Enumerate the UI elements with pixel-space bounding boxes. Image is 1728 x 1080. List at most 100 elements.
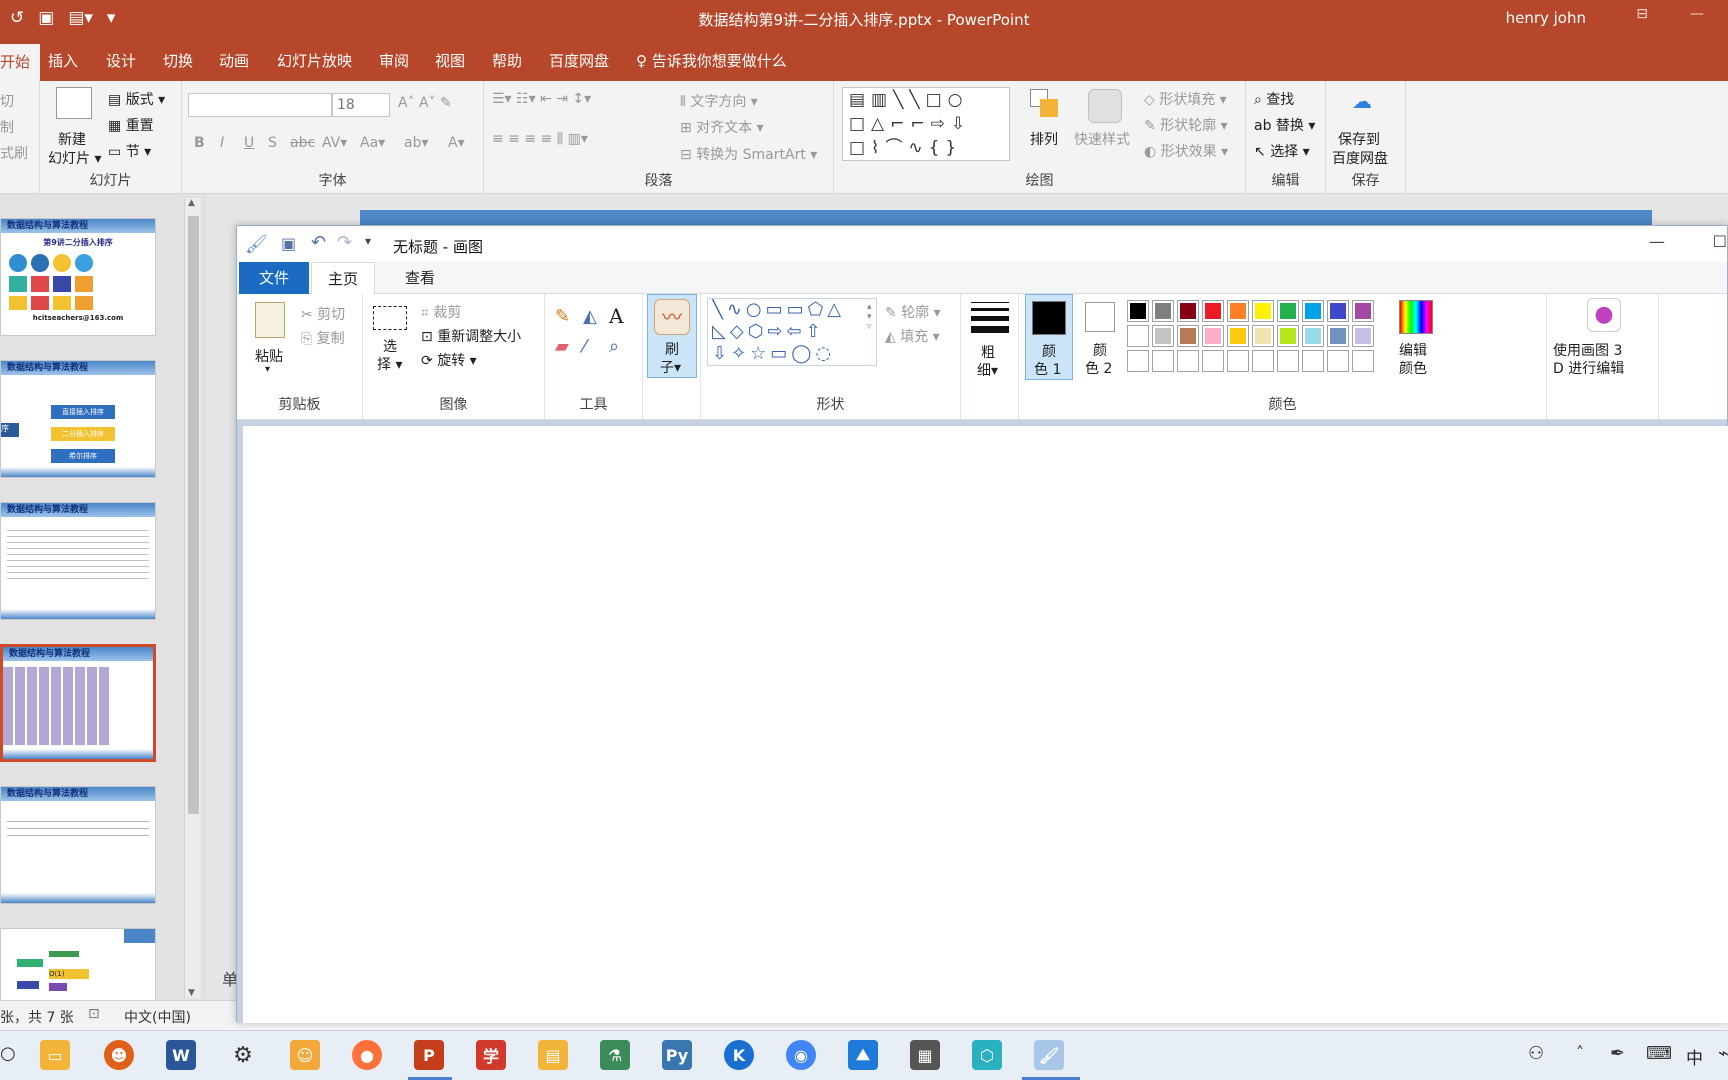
palette-swatch[interactable]	[1202, 325, 1224, 347]
tab-home[interactable]: 主页	[311, 262, 376, 295]
tab-review[interactable]: 审阅	[379, 50, 409, 71]
new-slide-dropdown[interactable]: 幻灯片 ▾	[48, 148, 101, 168]
tab-help[interactable]: 帮助	[492, 50, 522, 71]
strikethrough-icon[interactable]: abc	[290, 135, 315, 151]
minimize-icon[interactable]: —	[1649, 232, 1665, 251]
firefox-icon[interactable]: ●	[352, 1040, 382, 1070]
text-direction-button[interactable]: ⫴ 文字方向 ▾	[680, 91, 758, 111]
palette-swatch[interactable]	[1152, 325, 1174, 347]
search-icon[interactable]: ○	[0, 1043, 16, 1064]
paint-canvas[interactable]	[243, 426, 1728, 1023]
palette-swatch[interactable]	[1227, 350, 1249, 372]
customize-qat-icon[interactable]: ▾	[365, 234, 371, 248]
tab-design[interactable]: 设计	[106, 50, 136, 71]
app-tool-icon[interactable]: ⚗	[600, 1040, 630, 1070]
select-button[interactable]: 选	[383, 336, 397, 356]
replace-button[interactable]: ab 替换 ▾	[1254, 115, 1315, 135]
align-text-button[interactable]: ⊞ 对齐文本 ▾	[680, 117, 764, 137]
color2-button[interactable]: 颜 色 2	[1077, 294, 1123, 380]
color-picker-icon[interactable]: ⁄	[583, 336, 586, 357]
palette-swatch[interactable]	[1277, 350, 1299, 372]
highlight-icon[interactable]: ab▾	[404, 135, 429, 151]
palette-swatch[interactable]	[1352, 325, 1374, 347]
palette-swatch[interactable]	[1277, 300, 1299, 322]
calculator-icon[interactable]: ▦	[910, 1040, 940, 1070]
settings-gear-icon[interactable]: ⚙	[228, 1040, 258, 1070]
font-size-input[interactable]: 18	[332, 93, 390, 117]
paint3d-button[interactable]: 使用画图 3	[1553, 340, 1622, 360]
palette-swatch[interactable]	[1302, 350, 1324, 372]
shapes-gallery[interactable]: ▤▥╲╲□○ □△⌐⌐⇨⇩ □⌇⌒∿{}	[842, 87, 1010, 161]
tab-baidu-netdisk[interactable]: 百度网盘	[549, 50, 609, 71]
select-dropdown[interactable]: 择 ▾	[377, 354, 402, 374]
paste-icon[interactable]	[255, 302, 285, 338]
edit-colors-icon[interactable]	[1399, 300, 1433, 334]
spellcheck-icon[interactable]: ⊡	[88, 1006, 100, 1022]
palette-swatch[interactable]	[1352, 350, 1374, 372]
bold-icon[interactable]: B	[194, 135, 205, 151]
maximize-icon[interactable]: ☐	[1713, 232, 1727, 251]
network-icon[interactable]: ⌁	[1718, 1043, 1728, 1064]
font-color-icon[interactable]: A▾	[448, 135, 465, 151]
paint3d-button-line2[interactable]: D 进行编辑	[1553, 358, 1624, 378]
tab-view[interactable]: 查看	[389, 262, 451, 294]
palette-swatch[interactable]	[1177, 350, 1199, 372]
size-icon[interactable]	[971, 302, 1009, 333]
cut-button[interactable]: ✂ 剪切	[301, 304, 345, 324]
cut-button[interactable]: 切	[0, 91, 14, 111]
text-tool-icon[interactable]: A	[609, 304, 623, 328]
pencil-icon[interactable]: ✎	[555, 306, 570, 327]
3d-viewer-icon[interactable]: ⬡	[972, 1040, 1002, 1070]
find-button[interactable]: ⌕ 查找	[1254, 89, 1294, 109]
section-button[interactable]: ▭ 节 ▾	[108, 141, 151, 161]
shape-outline-button[interactable]: ✎ 形状轮廓 ▾	[1144, 115, 1228, 135]
tab-slideshow[interactable]: 幻灯片放映	[277, 50, 352, 71]
color1-button[interactable]: 颜 色 1	[1025, 294, 1073, 380]
palette-swatch[interactable]	[1327, 300, 1349, 322]
palette-swatch[interactable]	[1177, 300, 1199, 322]
palette-swatch[interactable]	[1352, 300, 1374, 322]
tab-view[interactable]: 视图	[435, 50, 465, 71]
palette-swatch[interactable]	[1227, 300, 1249, 322]
account-name[interactable]: henry john	[1506, 9, 1586, 27]
thumbnail-scrollbar[interactable]: ▲ ▼	[184, 198, 201, 998]
slide-thumbnail-1[interactable]: 数据结构与算法教程 第9讲二分插入排序 hcitseachers@163.com	[0, 218, 156, 336]
smartart-button[interactable]: ⊟ 转换为 SmartArt ▾	[680, 144, 817, 164]
shape-fill-button[interactable]: ◇ 形状填充 ▾	[1144, 89, 1227, 109]
word-icon[interactable]: W	[166, 1040, 196, 1070]
app-k-icon[interactable]: K	[724, 1040, 754, 1070]
size-dropdown[interactable]: 细▾	[977, 360, 998, 380]
font-name-input[interactable]	[188, 93, 332, 117]
palette-swatch[interactable]	[1177, 325, 1199, 347]
save-baidu-button[interactable]: 保存到	[1338, 129, 1380, 149]
palette-swatch[interactable]	[1327, 325, 1349, 347]
palette-swatch[interactable]	[1252, 325, 1274, 347]
paint-taskbar-icon[interactable]: 🖌	[1034, 1040, 1064, 1070]
tell-me-box[interactable]: ♀ 告诉我你想要做什么	[636, 50, 787, 71]
tab-home[interactable]: 开始	[0, 44, 41, 81]
eraser-icon[interactable]: ▰	[555, 336, 569, 357]
scroll-down-icon[interactable]: ▼	[188, 988, 195, 998]
fill-bucket-icon[interactable]: ◭	[583, 306, 597, 327]
shapes-gallery[interactable]: ╲∿○▭▭⬠△ ◺◇⬡⇨⇦⇧ ⇩✧☆▭◯◌	[707, 298, 877, 366]
copy-button[interactable]: ⎘ 复制	[301, 328, 345, 348]
palette-swatch[interactable]	[1127, 350, 1149, 372]
change-case-icon[interactable]: Aa▾	[360, 135, 385, 151]
ribbon-display-icon[interactable]: ⊟	[1636, 6, 1648, 22]
palette-swatch[interactable]	[1277, 325, 1299, 347]
select-button[interactable]: ↖ 选择 ▾	[1254, 141, 1310, 161]
rotate-button[interactable]: ⟳ 旋转 ▾	[421, 350, 477, 370]
file-explorer-icon[interactable]: ▭	[40, 1040, 70, 1070]
paste-dropdown-icon[interactable]: ▾	[265, 364, 270, 375]
app-notes-icon[interactable]: ▤	[538, 1040, 568, 1070]
ime-indicator[interactable]: 中	[1686, 1044, 1703, 1069]
chrome-icon[interactable]: ◉	[786, 1040, 816, 1070]
edit-colors-button-line2[interactable]: 颜色	[1399, 358, 1427, 378]
undo-icon[interactable]: ↶	[311, 232, 326, 253]
palette-swatch[interactable]	[1202, 350, 1224, 372]
new-slide-icon[interactable]	[56, 87, 92, 119]
bullets-icon[interactable]: ☰▾ ☷▾ ⇤ ⇥ ↕▾	[492, 91, 591, 107]
slide-thumbnail-5[interactable]: 数据结构与算法教程	[0, 786, 156, 904]
paste-button[interactable]: 粘贴	[255, 346, 283, 366]
shape-effects-button[interactable]: ◐ 形状效果 ▾	[1144, 141, 1228, 161]
